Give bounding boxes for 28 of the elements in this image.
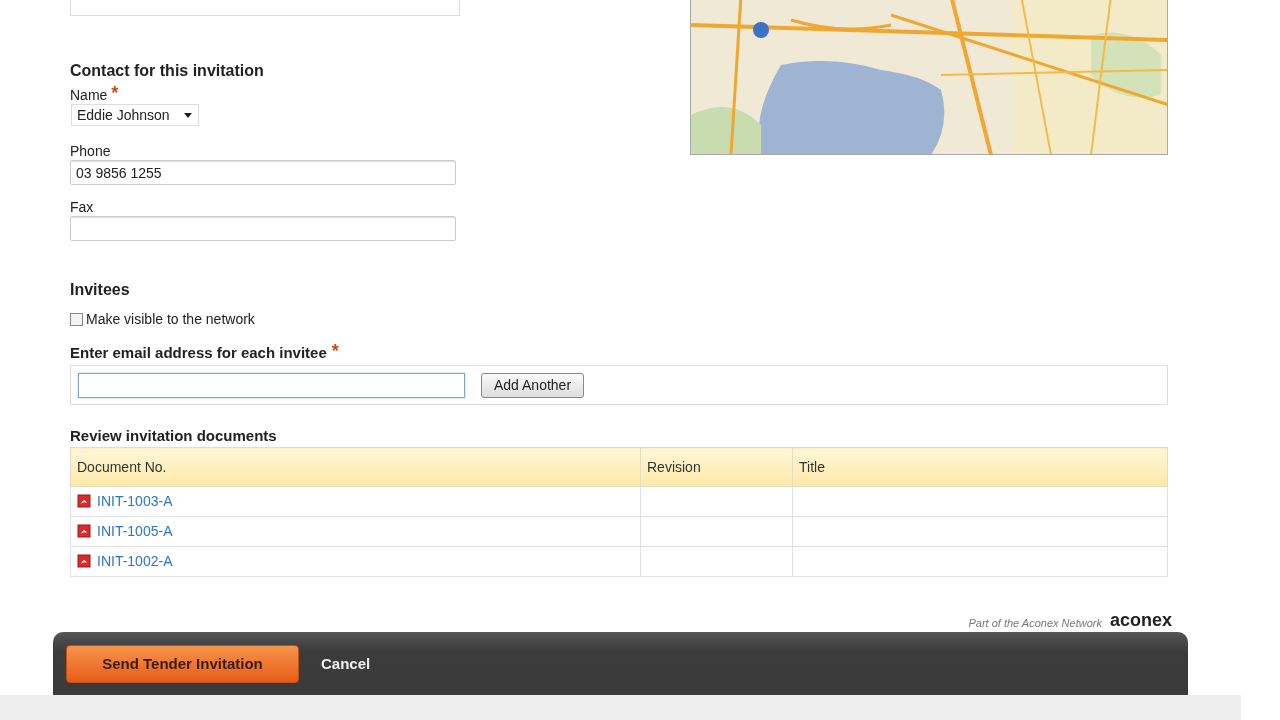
document-link[interactable]: INIT-1002-A — [77, 552, 173, 569]
required-marker: * — [331, 344, 339, 362]
checkbox-label: Make visible to the network — [86, 311, 255, 327]
field-label: Fax — [70, 198, 94, 216]
field-label: Phone — [70, 142, 111, 160]
network-note: Part of the Aconex Network — [968, 616, 1102, 630]
caret-icon — [183, 112, 192, 118]
required-marker: * — [111, 86, 119, 100]
column-header: Document No. — [70, 447, 641, 487]
brand-logo: aconex — [1109, 610, 1172, 630]
section-heading: Contact for this invitation — [70, 62, 265, 80]
add-another-button[interactable]: Add Another — [481, 372, 585, 398]
field-label: Enter email address for each invitee — [70, 344, 327, 362]
column-header: Title — [792, 447, 1168, 487]
section-heading: Review invitation documents — [70, 427, 278, 444]
text-field[interactable] — [70, 0, 460, 16]
column-header: Revision — [640, 447, 793, 487]
checkbox[interactable] — [70, 312, 83, 326]
name-select[interactable]: Eddie Johnson — [71, 104, 199, 126]
fax-field[interactable] — [70, 216, 456, 241]
section-heading: Invitees — [70, 281, 131, 299]
field-label: Name — [70, 86, 108, 104]
cancel-button[interactable]: Cancel — [305, 655, 387, 672]
phone-field[interactable]: 03 9856 1255 — [70, 160, 456, 185]
document-link[interactable]: INIT-1003-A — [77, 492, 173, 509]
send-button[interactable]: Send Tender Invitation — [66, 644, 299, 683]
document-link[interactable]: INIT-1005-A — [77, 522, 173, 539]
email-field[interactable] — [78, 372, 465, 398]
